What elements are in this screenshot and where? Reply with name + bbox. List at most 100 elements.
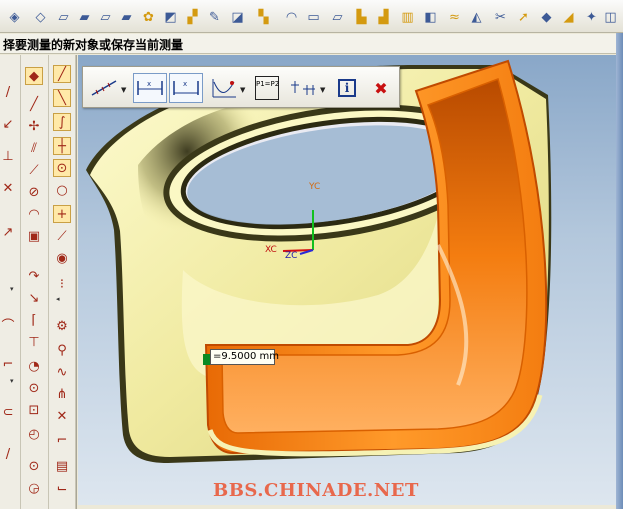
info-icon[interactable]: i bbox=[335, 73, 359, 103]
diamond-icon[interactable]: ◇ bbox=[32, 9, 49, 26]
select-filter-icon[interactable]: ◈ bbox=[6, 9, 23, 26]
plus-icon[interactable]: + bbox=[53, 205, 71, 223]
line-angle-icon[interactable]: ╲ bbox=[53, 89, 71, 107]
surface-edit-icon[interactable]: ◪ bbox=[229, 9, 246, 26]
wave-icon[interactable]: ≈ bbox=[446, 9, 463, 26]
close-icon[interactable]: ✖ bbox=[369, 73, 393, 103]
diagonal-icon[interactable]: ⟋ bbox=[53, 227, 71, 245]
split-icon[interactable]: ⊤ bbox=[25, 333, 43, 351]
flag-icon[interactable]: ▙ bbox=[353, 9, 370, 26]
mirror-icon[interactable]: ▟ bbox=[375, 9, 392, 26]
status-prompt-bar: 择要测量的新对象或保存当前测量 bbox=[0, 34, 623, 54]
screen-distance-icon[interactable]: x bbox=[169, 73, 203, 103]
graphics-viewport[interactable]: YC XC ZC bbox=[78, 55, 616, 505]
tangent-icon[interactable]: ⟋ bbox=[25, 161, 43, 179]
sketch-icon[interactable]: ✂ bbox=[492, 9, 509, 26]
circle-icon[interactable]: ○ bbox=[53, 181, 71, 199]
expand-arrow-icon-2[interactable]: ▾ bbox=[10, 377, 14, 385]
copy-icon[interactable]: ▱ bbox=[329, 9, 346, 26]
curve-analysis-dropdown-icon[interactable]: ▼ bbox=[240, 86, 245, 94]
left-tool-a4-icon[interactable]: ✕ bbox=[2, 179, 14, 197]
info-label: i bbox=[338, 79, 356, 97]
left-toolbar: / ↙ ⊥ ✕ ↗ ▾ ⌒ ⌐ ▾ ⊂ / ◆ ╱ ✢ ⫽ ⟋ ⊘ ◠ ▣ ↷ … bbox=[0, 55, 77, 509]
fork-icon[interactable]: ⋔ bbox=[53, 385, 71, 403]
arrow-icon[interactable]: ➚ bbox=[515, 9, 532, 26]
left-tool-a3-icon[interactable]: ⊥ bbox=[2, 147, 14, 165]
misc-icon[interactable]: ◆ bbox=[538, 9, 555, 26]
trim-corner-icon[interactable]: ⌈ bbox=[25, 311, 43, 329]
layer-icon[interactable]: ▥ bbox=[399, 9, 416, 26]
corner-icon[interactable]: ↘ bbox=[25, 289, 43, 307]
search-icon[interactable]: ⚲ bbox=[53, 341, 71, 359]
left-tool-a1-icon[interactable]: / bbox=[2, 83, 14, 101]
bend-icon[interactable]: ⌐ bbox=[53, 431, 71, 449]
line-tool-icon[interactable]: ╱ bbox=[53, 65, 71, 83]
corner-bend-icon[interactable]: ⌙ bbox=[53, 479, 71, 497]
square-icon[interactable]: ⊡ bbox=[25, 401, 43, 419]
arc-tangent-icon[interactable]: ◠ bbox=[25, 205, 43, 223]
left-tool-a5-icon[interactable]: ↗ bbox=[2, 223, 14, 241]
distance-dropdown-icon[interactable]: ▼ bbox=[121, 86, 126, 94]
target-icon[interactable]: ⊙ bbox=[25, 457, 43, 475]
measure-toolbar: ▼ x x ▼ P1=P2 ▼ i ✖ bbox=[82, 66, 400, 108]
target-clock-icon[interactable]: ◶ bbox=[25, 479, 43, 497]
box-select-icon[interactable]: ▣ bbox=[25, 227, 43, 245]
save-measurement-icon[interactable]: P1=P2 bbox=[253, 73, 281, 103]
pen-icon[interactable]: ✎ bbox=[206, 9, 223, 26]
folder-icon[interactable]: ▭ bbox=[305, 9, 322, 26]
patch-icon[interactable]: ▞ bbox=[184, 9, 201, 26]
svg-text:x: x bbox=[183, 80, 187, 88]
gear-small-icon[interactable]: ⚙ bbox=[53, 317, 71, 335]
arc-icon[interactable]: ↷ bbox=[25, 267, 43, 285]
curve-edit-icon[interactable]: ∿ bbox=[53, 363, 71, 381]
trim-icon[interactable]: ◩ bbox=[162, 9, 179, 26]
watermark-text: BBS.CHINADE.NET bbox=[213, 480, 419, 501]
curve-icon[interactable]: ◠ bbox=[283, 9, 300, 26]
snap-point-icon[interactable]: ◆ bbox=[25, 67, 43, 85]
expand-arrow-icon-3[interactable]: ◂ bbox=[56, 295, 60, 303]
clock-icon[interactable]: ◔ bbox=[25, 357, 43, 375]
cross-icon[interactable]: ┼ bbox=[53, 137, 71, 155]
point-icon[interactable]: ✢ bbox=[25, 117, 43, 135]
distance-icon[interactable] bbox=[88, 73, 120, 103]
parallel-icon[interactable]: ⫽ bbox=[25, 139, 43, 157]
ellipse-icon[interactable]: ◴ bbox=[25, 425, 43, 443]
point-set-icon[interactable]: ⁝ bbox=[53, 275, 71, 293]
right-window-edge bbox=[616, 33, 623, 509]
misc-icon-3[interactable]: ✦ bbox=[583, 9, 600, 26]
sweep-icon[interactable]: ▰ bbox=[76, 9, 93, 26]
misc-icon-4[interactable]: ◫ bbox=[602, 9, 619, 26]
options-icon[interactable] bbox=[287, 73, 319, 103]
shear-icon[interactable]: ◭ bbox=[468, 9, 485, 26]
left-tool-a7-icon[interactable]: ⌐ bbox=[2, 355, 14, 373]
left-tool-a8-icon[interactable]: ⊂ bbox=[2, 403, 14, 421]
projected-distance-icon[interactable]: x bbox=[133, 73, 167, 103]
blend-icon[interactable]: ▱ bbox=[97, 9, 114, 26]
misc-icon-2[interactable]: ◢ bbox=[560, 9, 577, 26]
center-icon[interactable]: ⊙ bbox=[53, 159, 71, 177]
surface-icon[interactable]: ▱ bbox=[55, 9, 72, 26]
offset-icon[interactable]: ▚ bbox=[255, 9, 272, 26]
circle-line-icon[interactable]: ⊘ bbox=[25, 183, 43, 201]
save-measurement-label: P1=P2 bbox=[255, 76, 279, 100]
rotate-icon[interactable]: ✿ bbox=[140, 9, 157, 26]
left-tool-a9-icon[interactable]: / bbox=[2, 445, 14, 463]
prompt-text: 择要测量的新对象或保存当前测量 bbox=[3, 38, 184, 52]
curve-analysis-icon[interactable] bbox=[209, 73, 239, 103]
svg-text:x: x bbox=[147, 80, 151, 88]
left-tool-a2-icon[interactable]: ↙ bbox=[2, 115, 14, 133]
left-tool-a6-icon[interactable]: ⌒ bbox=[2, 315, 15, 334]
cross-curve-icon[interactable]: ✕ bbox=[53, 407, 71, 425]
page-icon[interactable]: ▤ bbox=[53, 457, 71, 475]
circle-point-icon[interactable]: ⊙ bbox=[25, 379, 43, 397]
measurement-readout: =9.5000 mm bbox=[210, 349, 279, 365]
zc-axis-label: ZC bbox=[285, 251, 298, 261]
model-view[interactable] bbox=[78, 55, 616, 505]
chamfer-icon[interactable]: ▰ bbox=[118, 9, 135, 26]
extrude-icon[interactable]: ◧ bbox=[422, 9, 439, 26]
line-icon[interactable]: ╱ bbox=[25, 95, 43, 113]
options-dropdown-icon[interactable]: ▼ bbox=[320, 86, 325, 94]
spline-icon[interactable]: ∫ bbox=[53, 113, 71, 131]
expand-arrow-icon[interactable]: ▾ bbox=[10, 285, 14, 293]
paint-icon[interactable]: ◉ bbox=[53, 249, 71, 267]
